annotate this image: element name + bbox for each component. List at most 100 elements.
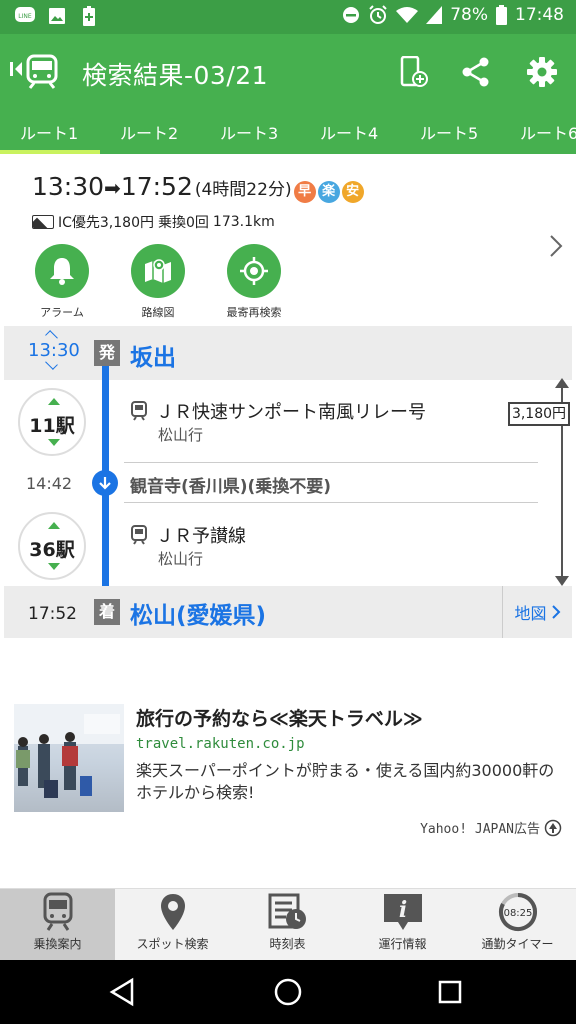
nav-timetable-label: 時刻表 [269, 937, 306, 951]
route-map-label: 路線図 [141, 306, 175, 319]
recents-icon[interactable] [434, 976, 466, 1008]
ad-banner[interactable]: 旅行の予約なら≪楽天トラベル≫ travel.rakuten.co.jp 楽天ス… [0, 700, 576, 850]
share-button[interactable] [456, 52, 496, 92]
train-line-name: ＪＲ快速サンポート南風リレー号 [156, 402, 426, 423]
ic-card-icon [32, 215, 54, 229]
map-link-label: 地図 [514, 604, 547, 623]
system-navigation-bar [0, 960, 576, 1024]
do-not-disturb-icon [343, 7, 360, 23]
nav-timetable[interactable]: 時刻表 [230, 889, 345, 961]
battery-icon [496, 5, 507, 25]
time-summary: 13:30 ➡ 17:52 (4時間22分) 早 楽 安 [32, 172, 364, 203]
train-icon [131, 401, 147, 421]
nav-transit-label: 乗換案内 [33, 937, 82, 951]
pass-through-icon [92, 470, 118, 496]
nav-service-info[interactable]: i 運行情報 [345, 889, 460, 961]
nav-commute-timer[interactable]: 08:25 通勤タイマー [460, 889, 575, 961]
departure-station: 坂出 [130, 345, 176, 371]
bottom-navigation: 乗換案内 スポット検索 時刻表 i 運行情報 08:25 通勤タイマー [0, 888, 576, 961]
tab-route-2[interactable]: ルート2 [120, 120, 178, 144]
arrival-mark: 着 [94, 599, 120, 625]
ad-label[interactable]: Yahoo! JAPAN広告 [420, 818, 562, 837]
tab-route-4[interactable]: ルート4 [320, 120, 378, 144]
train-icon [131, 525, 147, 545]
alarm-button[interactable]: アラーム [22, 244, 102, 320]
page-title: 検索結果-03/21 [82, 61, 269, 90]
tab-route-3[interactable]: ルート3 [220, 120, 278, 144]
fare-info: IC優先3,180円 [58, 215, 154, 231]
departure-time: 13:30 [32, 172, 105, 201]
train-line-2[interactable]: ＪＲ予讃線 [130, 522, 246, 548]
arrow-icon: ➡ [104, 176, 121, 200]
arrow-down-icon [48, 563, 60, 570]
battery-percent: 78% [450, 5, 488, 25]
train-destination: 松山行 [158, 426, 204, 444]
arrow-down-icon [48, 439, 60, 446]
alarm-label: アラーム [40, 306, 84, 319]
svg-text:LINE: LINE [18, 13, 32, 20]
route-map-button[interactable]: 路線図 [118, 244, 198, 320]
transfer-station[interactable]: 観音寺(香川県)(乗換不要) [130, 472, 331, 497]
app-bar: 検索結果-03/21 [0, 34, 576, 108]
train-line-1[interactable]: ＪＲ快速サンポート南風リレー号 [130, 398, 426, 424]
nearest-research-label: 最寄再検索 [226, 306, 282, 319]
line-icon: LINE [14, 6, 36, 26]
system-status: 78% 17:48 [342, 5, 564, 25]
arrival-time: 17:52 [120, 172, 193, 201]
timetable-icon [268, 893, 306, 929]
arrival-station: 松山(愛媛県) [130, 603, 267, 629]
ad-title[interactable]: 旅行の予約なら≪楽天トラベル≫ [136, 704, 423, 731]
nav-spot-search[interactable]: スポット検索 [115, 889, 230, 961]
train-line-name: ＪＲ予讃線 [156, 526, 246, 547]
stop-count: 11駅 [29, 415, 75, 437]
arrow-up-icon [48, 398, 60, 405]
arrival-station-row[interactable]: 17:52 着 松山(愛媛県) 地図 [4, 586, 572, 638]
back-train-icon [10, 54, 58, 89]
clock: 17:48 [515, 5, 564, 25]
settings-button[interactable] [522, 52, 562, 92]
ad-description: 楽天スーパーポイントが貯まる・使える国内約30000軒のホテルから検索! [136, 761, 555, 802]
route-tabs: ルート1 ルート2 ルート3 ルート4 ルート5 ルート6 [0, 108, 576, 154]
transfer-info: 乗換0回 [157, 215, 209, 231]
add-to-phone-button[interactable] [394, 52, 434, 92]
arrival-time-label: 17:52 [28, 604, 77, 624]
nav-transit[interactable]: 乗換案内 [0, 889, 115, 961]
settings-icon [527, 57, 557, 87]
distance: 173.1km [212, 214, 275, 230]
nearest-research-button[interactable]: 最寄再検索 [214, 244, 294, 320]
stop-count: 36駅 [29, 539, 75, 561]
map-icon [145, 259, 171, 283]
ad-url[interactable]: travel.rakuten.co.jp [136, 736, 305, 752]
divider [124, 462, 538, 463]
back-icon[interactable] [106, 976, 138, 1008]
home-icon[interactable] [272, 976, 304, 1008]
map-link[interactable]: 地図 [502, 586, 572, 638]
chevron-right-icon[interactable] [546, 232, 566, 260]
nav-spot-search-label: スポット検索 [136, 937, 209, 951]
timer-text: 08:25 [503, 908, 532, 919]
route-detail: 13:30 発 坂出 11駅 ＪＲ快速サンポート南風リレー号 松山行 14:42… [0, 326, 576, 641]
departure-station-row[interactable]: 13:30 発 坂出 [4, 326, 572, 380]
back-train-button[interactable] [10, 54, 64, 90]
wifi-icon [396, 7, 419, 23]
svg-text:i: i [398, 897, 406, 923]
departure-mark: 発 [94, 340, 120, 366]
ad-image[interactable] [14, 704, 124, 812]
add-to-phone-icon [400, 56, 428, 87]
image-icon [46, 6, 68, 26]
bell-icon [50, 258, 74, 285]
info-icon: i [383, 894, 422, 930]
share-icon [462, 57, 489, 87]
notification-icons: LINE [14, 6, 100, 26]
route-info: IC優先3,180円 乗換0回 173.1km [32, 212, 275, 232]
tab-route-6[interactable]: ルート6 [520, 120, 576, 144]
badge-fast: 早 [293, 181, 316, 203]
alarm-icon [369, 5, 387, 24]
tab-route-1[interactable]: ルート1 [20, 120, 78, 144]
chevron-right-icon [551, 605, 560, 619]
nav-commute-timer-label: 通勤タイマー [481, 937, 554, 951]
route-summary[interactable]: 13:30 ➡ 17:52 (4時間22分) 早 楽 安 IC優先3,180円 … [0, 154, 576, 324]
tab-route-5[interactable]: ルート5 [420, 120, 478, 144]
arrow-up-icon [48, 522, 60, 529]
location-target-icon [240, 257, 268, 285]
